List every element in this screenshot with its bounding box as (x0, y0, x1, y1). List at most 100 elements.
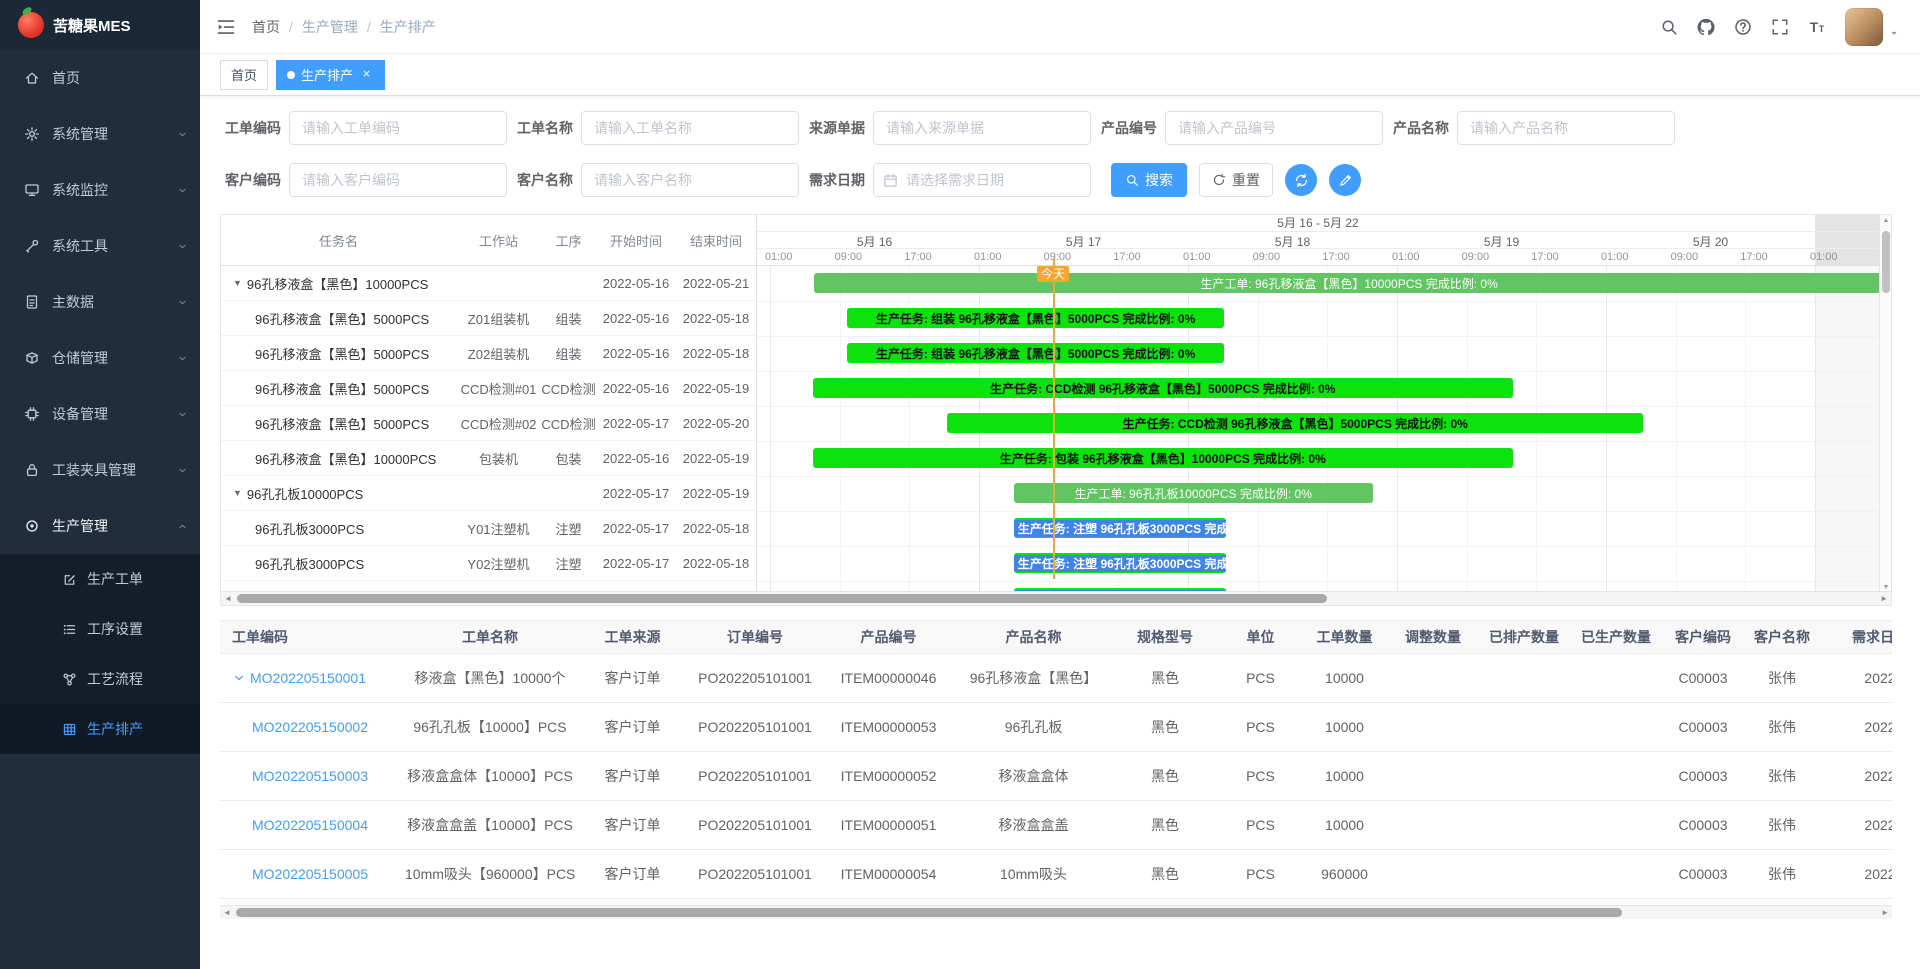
hamburger-icon (216, 17, 236, 37)
gantt-hour-label: 09:00 (1253, 251, 1281, 263)
work-order-code-link[interactable]: MO202205150005 (252, 866, 368, 882)
order-row[interactable]: MO20220515000510mm吸头【960000】PCS客户订单PO202… (220, 850, 1892, 899)
reset-button[interactable]: 重置 (1199, 163, 1273, 197)
gantt-bar-task[interactable]: 生产任务: 注塑 96孔孔板3000PCS 完成比例: 0% (1014, 518, 1227, 538)
gantt-task-row[interactable]: 96孔孔板3000PCSY01注塑机注塑2022-05-172022-05-18 (221, 511, 756, 546)
order-cell: 客户订单 (575, 766, 690, 786)
order-cell: 张伟 (1744, 668, 1820, 688)
start-time: 2022-05-16 (596, 451, 676, 466)
help-button[interactable] (1734, 18, 1752, 36)
vertical-scroll-thumb[interactable] (1882, 231, 1890, 293)
sidebar-subitem-process-settings[interactable]: 工序设置 (0, 604, 200, 654)
scroll-down-arrow-icon[interactable]: ▼ (1880, 584, 1892, 591)
work-order-code-link[interactable]: MO202205150002 (252, 719, 368, 735)
order-cell: 移液盒盒盖【10000】PCS (405, 815, 575, 835)
search-button[interactable]: 搜索 (1111, 163, 1187, 197)
tab-home[interactable]: 首页 (220, 60, 268, 90)
row-expand-caret-icon[interactable] (232, 671, 246, 685)
orders-horizontal-scrollbar[interactable]: ◄► (220, 905, 1892, 919)
collapse-triangle-icon[interactable]: ▼ (233, 488, 242, 498)
edit-icon (62, 572, 77, 587)
sidebar-item-home[interactable]: 首页 (0, 50, 200, 106)
sidebar-item-system-monitoring[interactable]: 系统监控 (0, 162, 200, 218)
gantt-task-row[interactable]: 96孔孔板3000PCSY02注塑机注塑2022-05-172022-05-18 (221, 546, 756, 581)
gantt-bar-task[interactable]: 生产任务: 组装 96孔移液盒【黑色】5000PCS 完成比例: 0% (847, 308, 1225, 328)
gantt-vertical-scrollbar[interactable]: ▲▼ (1879, 215, 1891, 593)
chevron-down-icon (177, 241, 188, 252)
sidebar-item-master-data[interactable]: 主数据 (0, 274, 200, 330)
gantt-task-row[interactable]: 96孔移液盒【黑色】5000PCSCCD检测#02CCD检测2022-05-17… (221, 406, 756, 441)
topbar-actions: TT (1660, 8, 1900, 46)
edit-schedule-button[interactable] (1329, 164, 1361, 196)
sidebar-item-warehouse-management[interactable]: 仓储管理 (0, 330, 200, 386)
gantt-bar-work-order[interactable]: 生产工单: 96孔孔板10000PCS 完成比例: 0% (1014, 483, 1373, 503)
work-order-code-link[interactable]: MO202205150003 (252, 768, 368, 784)
filter-form: 工单编码工单名称来源单据产品编号产品名称客户编码客户名称需求日期搜索重置 (200, 96, 1920, 198)
sidebar-item-fixture-management[interactable]: 工装夹具管理 (0, 442, 200, 498)
horizontal-scroll-thumb[interactable] (236, 908, 1622, 917)
order-row[interactable]: MO202205150004移液盒盒盖【10000】PCS客户订单PO20220… (220, 801, 1892, 850)
sidebar-subitem-production-work-order[interactable]: 生产工单 (0, 554, 200, 604)
order-row[interactable]: MO202205150001移液盒【黑色】10000个客户订单PO2022051… (220, 654, 1892, 703)
gantt-bar-task[interactable]: 生产任务: CCD检测 96孔移液盒【黑色】5000PCS 完成比例: 0% (947, 413, 1644, 433)
order-row[interactable]: MO202205150003移液盒盒体【10000】PCS客户订单PO20220… (220, 752, 1892, 801)
refresh-icon (1212, 173, 1226, 187)
sidebar-item-system-management[interactable]: 系统管理 (0, 106, 200, 162)
source-document-input[interactable] (873, 111, 1091, 145)
gantt-task-row[interactable]: 96孔移液盒【黑色】5000PCSZ02组装机组装2022-05-162022-… (221, 336, 756, 371)
order-cell: 张伟 (1744, 864, 1820, 884)
workstation: Z01组装机 (456, 309, 541, 328)
gantt-task-row[interactable]: 96孔移液盒【黑色】5000PCSZ01组装机组装2022-05-162022-… (221, 301, 756, 336)
gantt-task-row[interactable]: 96孔移液盒【黑色】10000PCS包装机包装2022-05-162022-05… (221, 441, 756, 476)
calendar-icon (883, 173, 898, 188)
order-cell: 2022 (1820, 719, 1892, 735)
product-name-input[interactable] (1457, 111, 1675, 145)
gantt-body: 生产工单: 96孔移液盒【黑色】10000PCS 完成比例: 0% 生产任务: 组… (757, 266, 1879, 593)
github-button[interactable] (1697, 18, 1715, 36)
customer-name-input[interactable] (581, 163, 799, 197)
sidebar-subitem-process-flow[interactable]: 工艺流程 (0, 654, 200, 704)
gantt-task-row[interactable]: 96孔移液盒【黑色】5000PCSCCD检测#01CCD检测2022-05-16… (221, 371, 756, 406)
work-order-code-link[interactable]: MO202205150004 (252, 817, 368, 833)
horizontal-scroll-thumb[interactable] (237, 594, 1327, 603)
scroll-right-arrow-icon[interactable]: ► (1880, 594, 1888, 604)
gantt-task-row[interactable]: ▼96孔孔板10000PCS2022-05-172022-05-19 (221, 476, 756, 511)
sidebar-toggle-button[interactable] (216, 17, 236, 37)
gantt-bar-task[interactable]: 生产任务: 包装 96孔移液盒【黑色】10000PCS 完成比例: 0% (813, 448, 1513, 468)
gantt-bar-task[interactable]: 生产任务: 组装 96孔移液盒【黑色】5000PCS 完成比例: 0% (847, 343, 1225, 363)
scroll-left-arrow-icon[interactable]: ◄ (223, 908, 231, 918)
scroll-up-arrow-icon[interactable]: ▲ (1880, 217, 1892, 224)
sidebar-item-system-tools[interactable]: 系统工具 (0, 218, 200, 274)
tab-production-scheduling[interactable]: 生产排产× (276, 60, 385, 90)
breadcrumb-item[interactable]: 首页 (252, 17, 280, 37)
scroll-right-arrow-icon[interactable]: ► (1881, 908, 1889, 918)
process: 包装 (541, 449, 596, 468)
demand-date-input[interactable] (873, 163, 1091, 197)
sidebar-item-production-management[interactable]: 生产管理 (0, 498, 200, 554)
gantt-bar-task[interactable]: 生产任务: 注塑 96孔孔板3000PCS 完成比例: 0% (1014, 553, 1227, 573)
user-menu[interactable] (1845, 8, 1900, 46)
work-order-name-input[interactable] (581, 111, 799, 145)
home-icon (24, 70, 40, 86)
work-order-code-link[interactable]: MO202205150001 (250, 670, 366, 686)
gantt-horizontal-scrollbar[interactable]: ◄► (221, 591, 1891, 605)
orders-column-header: 调整数量 (1388, 627, 1478, 647)
work-order-code-input[interactable] (289, 111, 507, 145)
product-code-input[interactable] (1165, 111, 1383, 145)
gantt-bar-work-order[interactable]: 生产工单: 96孔移液盒【黑色】10000PCS 完成比例: 0% (814, 273, 1880, 293)
header-search-button[interactable] (1660, 18, 1678, 36)
app-logo[interactable]: 苦糖果MES (0, 0, 200, 50)
gantt-task-row[interactable]: ▼96孔移液盒【黑色】10000PCS2022-05-162022-05-21 (221, 266, 756, 301)
close-icon[interactable]: × (359, 67, 374, 82)
order-row[interactable]: MO20220515000296孔孔板【10000】PCS客户订单PO20220… (220, 703, 1892, 752)
fullscreen-button[interactable] (1771, 18, 1789, 36)
refresh-schedule-button[interactable] (1285, 164, 1317, 196)
sidebar-item-equipment-management[interactable]: 设备管理 (0, 386, 200, 442)
font-size-button[interactable]: TT (1808, 18, 1826, 36)
collapse-triangle-icon[interactable]: ▼ (233, 278, 242, 288)
sidebar-subitem-production-scheduling[interactable]: 生产排产 (0, 704, 200, 754)
gantt-bar-task[interactable]: 生产任务: CCD检测 96孔移液盒【黑色】5000PCS 完成比例: 0% (813, 378, 1513, 398)
customer-code-input[interactable] (289, 163, 507, 197)
filter-label: 工单名称 (517, 118, 573, 138)
scroll-left-arrow-icon[interactable]: ◄ (224, 594, 232, 604)
